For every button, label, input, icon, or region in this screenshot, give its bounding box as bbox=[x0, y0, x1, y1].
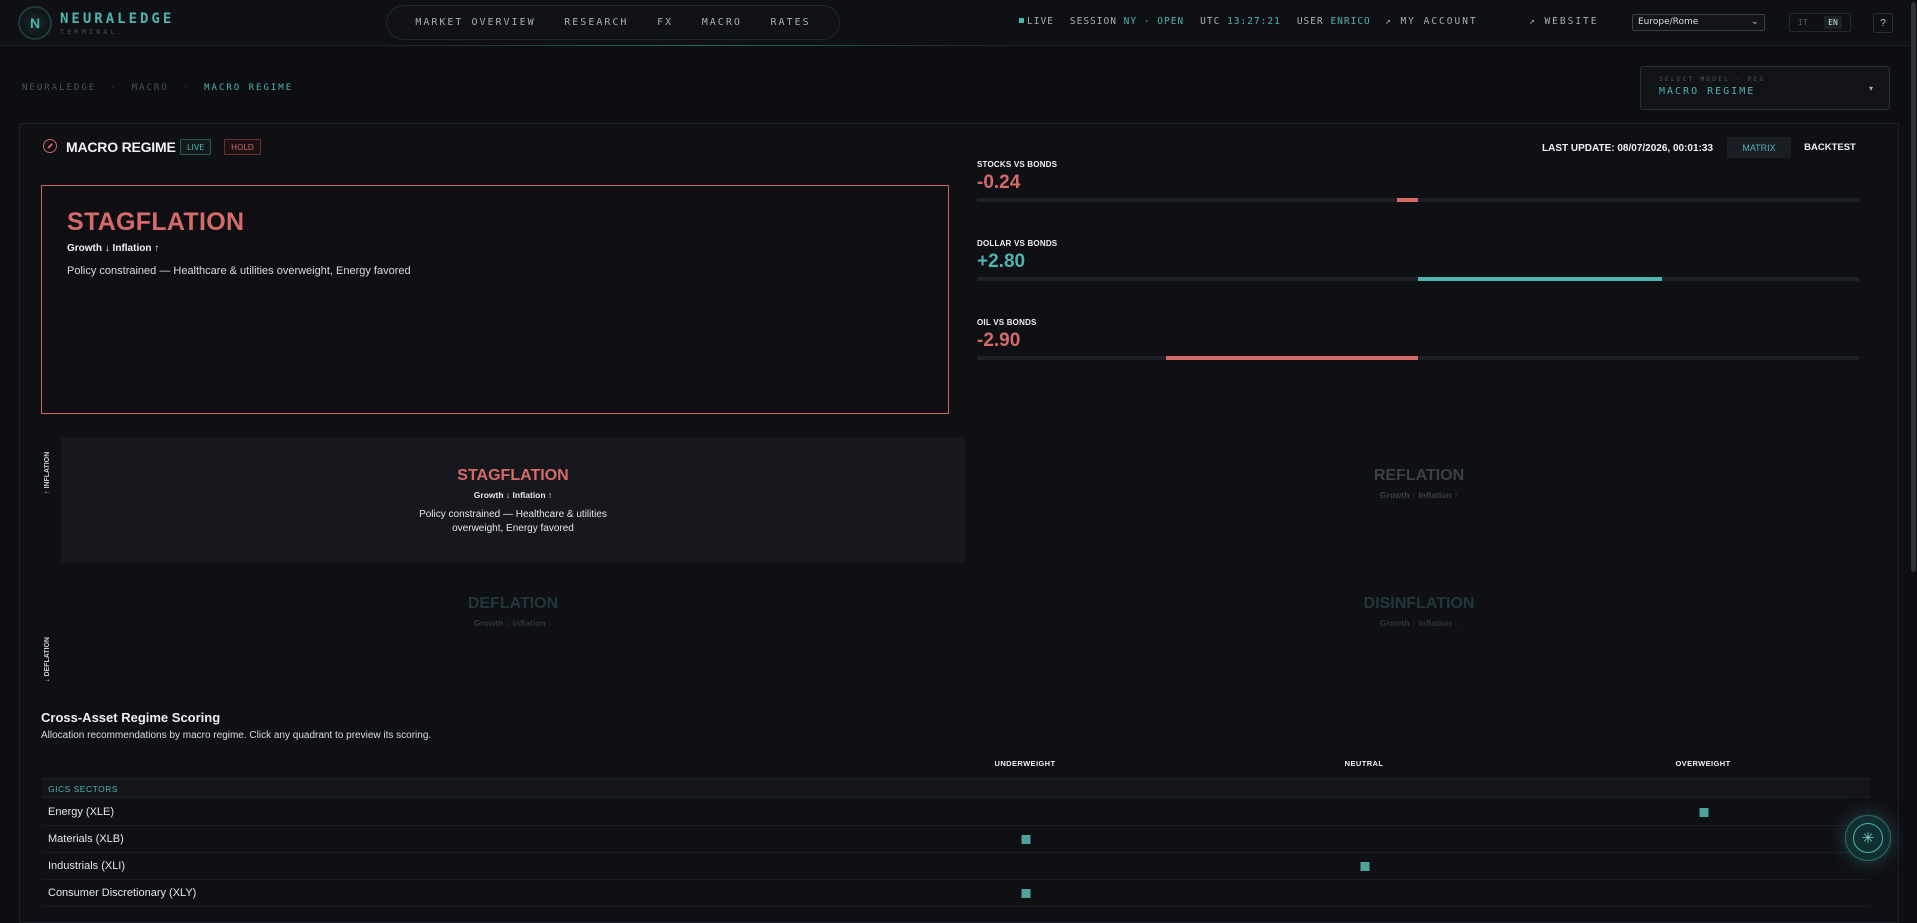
user-status: USER ENRICO bbox=[1296, 16, 1371, 27]
breadcrumb-section[interactable]: MACRO bbox=[132, 83, 169, 93]
top-bar: N NEURALEDGE TERMINAL MARKET OVERVIEW RE… bbox=[0, 0, 1917, 46]
backtest-tab[interactable]: BACKTEST bbox=[1798, 137, 1862, 158]
row-label: Industrials (XLI) bbox=[48, 860, 126, 872]
model-select-value: MACRO REGIME bbox=[1659, 86, 1756, 97]
brand-name: NEURALEDGE bbox=[60, 10, 175, 27]
hold-badge: HOLD bbox=[224, 139, 261, 155]
status-bar: LIVE SESSION NY · OPEN UTC 13:27:21 USER… bbox=[1019, 16, 1371, 27]
row-label: Energy (XLE) bbox=[48, 806, 115, 818]
current-regime-card: STAGFLATION Growth ↓ Inflation ↑ Policy … bbox=[41, 185, 949, 414]
language-toggle: IT EN bbox=[1789, 13, 1851, 32]
regime-name: STAGFLATION bbox=[67, 208, 245, 236]
live-badge: LIVE bbox=[180, 139, 212, 155]
nav-rates[interactable]: RATES bbox=[771, 17, 811, 28]
metric-bar-fill bbox=[1165, 356, 1418, 360]
metric-bar-track bbox=[977, 198, 1859, 202]
nav-market-overview[interactable]: MARKET OVERVIEW bbox=[415, 17, 535, 28]
assistant-fab-button[interactable]: ✳ bbox=[1845, 815, 1891, 861]
table-row[interactable]: Materials (XLB) bbox=[41, 826, 1871, 853]
scoring-title: Cross-Asset Regime Scoring bbox=[41, 710, 221, 725]
table-row[interactable]: Energy (XLE) bbox=[41, 799, 1871, 826]
axis-label-inflation: ↑ INFLATION bbox=[44, 451, 51, 494]
quadrant-deflation[interactable]: DEFLATION Growth ↓ Inflation ↓ bbox=[61, 565, 965, 690]
matrix-tab[interactable]: MATRIX bbox=[1727, 137, 1791, 158]
model-select-label: SELECT MODEL · REG bbox=[1659, 75, 1766, 83]
last-update: LAST UPDATE: 08/07/2026, 00:01:33 bbox=[1542, 143, 1714, 154]
axis-label-deflation: ↓ DEFLATION bbox=[44, 637, 51, 682]
nav-research[interactable]: RESEARCH bbox=[564, 17, 628, 28]
regime-axes: Growth ↓ Inflation ↑ bbox=[67, 243, 160, 254]
sparkle-icon: ✳ bbox=[1853, 823, 1883, 853]
main-nav: MARKET OVERVIEW RESEARCH FX MACRO RATES bbox=[386, 5, 840, 40]
score-marker bbox=[1021, 835, 1031, 844]
metric-stocks-vs-bonds: STOCKS VS BONDS -0.24 bbox=[977, 160, 1859, 202]
breadcrumb-separator: · bbox=[110, 83, 118, 93]
table-row[interactable]: Industrials (XLI) bbox=[41, 853, 1871, 880]
compass-icon bbox=[43, 139, 57, 153]
metric-label: DOLLAR VS BONDS bbox=[977, 239, 1058, 248]
metric-value: -0.24 bbox=[977, 172, 1021, 193]
metric-bar-track bbox=[977, 356, 1859, 360]
group-header-gics-sectors: GICS SECTORS bbox=[41, 778, 1871, 798]
macro-regime-panel: MACRO REGIME LIVE HOLD LAST UPDATE: 08/0… bbox=[19, 123, 1899, 923]
breadcrumb: NEURALEDGE · MACRO · MACRO REGIME bbox=[22, 83, 293, 93]
brand-logo[interactable]: N NEURALEDGE TERMINAL bbox=[18, 6, 174, 40]
metric-bar-fill bbox=[1397, 198, 1418, 202]
session-status: SESSION NY · OPEN bbox=[1069, 16, 1185, 27]
quadrant-stagflation[interactable]: STAGFLATION Growth ↓ Inflation ↑ Policy … bbox=[61, 437, 965, 562]
metric-bar-track bbox=[977, 277, 1859, 281]
score-marker bbox=[1021, 889, 1031, 898]
website-link[interactable]: ↗ WEBSITE bbox=[1529, 16, 1598, 27]
column-overweight: OVERWEIGHT bbox=[1675, 759, 1731, 768]
metric-value: -2.90 bbox=[977, 330, 1021, 351]
breadcrumb-root[interactable]: NEURALEDGE bbox=[22, 83, 96, 93]
metric-label: OIL VS BONDS bbox=[977, 318, 1037, 327]
brand-mark-icon: N bbox=[18, 6, 52, 40]
metric-dollar-vs-bonds: DOLLAR VS BONDS +2.80 bbox=[977, 239, 1859, 281]
score-marker bbox=[1699, 808, 1709, 817]
timezone-select[interactable]: Europe/Rome ⌄ bbox=[1632, 14, 1765, 31]
brand-subtitle: TERMINAL bbox=[60, 27, 118, 36]
regime-description: Policy constrained — Healthcare & utilit… bbox=[67, 265, 411, 277]
breadcrumb-current: MACRO REGIME bbox=[204, 83, 294, 93]
score-marker bbox=[1360, 862, 1370, 871]
live-dot-icon bbox=[1019, 18, 1024, 23]
quadrant-reflation[interactable]: REFLATION Growth ↑ Inflation ↑ bbox=[967, 437, 1871, 562]
column-neutral: NEUTRAL bbox=[1344, 759, 1384, 768]
metric-oil-vs-bonds: OIL VS BONDS -2.90 bbox=[977, 318, 1859, 360]
regime-quadrant-grid: STAGFLATION Growth ↓ Inflation ↑ Policy … bbox=[59, 437, 1871, 690]
row-label: Consumer Discretionary (XLY) bbox=[48, 887, 197, 899]
metric-bar-fill bbox=[1418, 277, 1662, 281]
nav-fx[interactable]: FX bbox=[657, 17, 673, 28]
breadcrumb-separator: · bbox=[182, 83, 191, 93]
column-underweight: UNDERWEIGHT bbox=[994, 759, 1056, 768]
panel-title: MACRO REGIME bbox=[66, 139, 176, 155]
nav-macro[interactable]: MACRO bbox=[702, 17, 742, 28]
chevron-down-icon: ⌄ bbox=[1750, 16, 1759, 27]
row-label: Materials (XLB) bbox=[48, 833, 124, 845]
scoring-subtitle: Allocation recommendations by macro regi… bbox=[41, 730, 432, 741]
help-button[interactable]: ? bbox=[1873, 13, 1893, 33]
lang-en-button[interactable]: EN bbox=[1824, 16, 1842, 29]
live-indicator: LIVE bbox=[1019, 16, 1054, 27]
metric-value: +2.80 bbox=[977, 251, 1026, 272]
lang-it-button[interactable]: IT bbox=[1798, 18, 1808, 27]
quadrant-disinflation[interactable]: DISINFLATION Growth ↑ Inflation ↓ bbox=[967, 565, 1871, 690]
chevron-down-icon: ▾ bbox=[1868, 84, 1873, 93]
table-row[interactable]: Consumer Discretionary (XLY) bbox=[41, 880, 1871, 907]
utc-clock: UTC 13:27:21 bbox=[1200, 16, 1281, 27]
metric-label: STOCKS VS BONDS bbox=[977, 160, 1058, 169]
scrollbar-thumb[interactable] bbox=[1911, 2, 1916, 572]
model-select[interactable]: SELECT MODEL · REG MACRO REGIME ▾ bbox=[1640, 66, 1890, 110]
my-account-link[interactable]: ↗ MY ACCOUNT bbox=[1385, 16, 1478, 27]
